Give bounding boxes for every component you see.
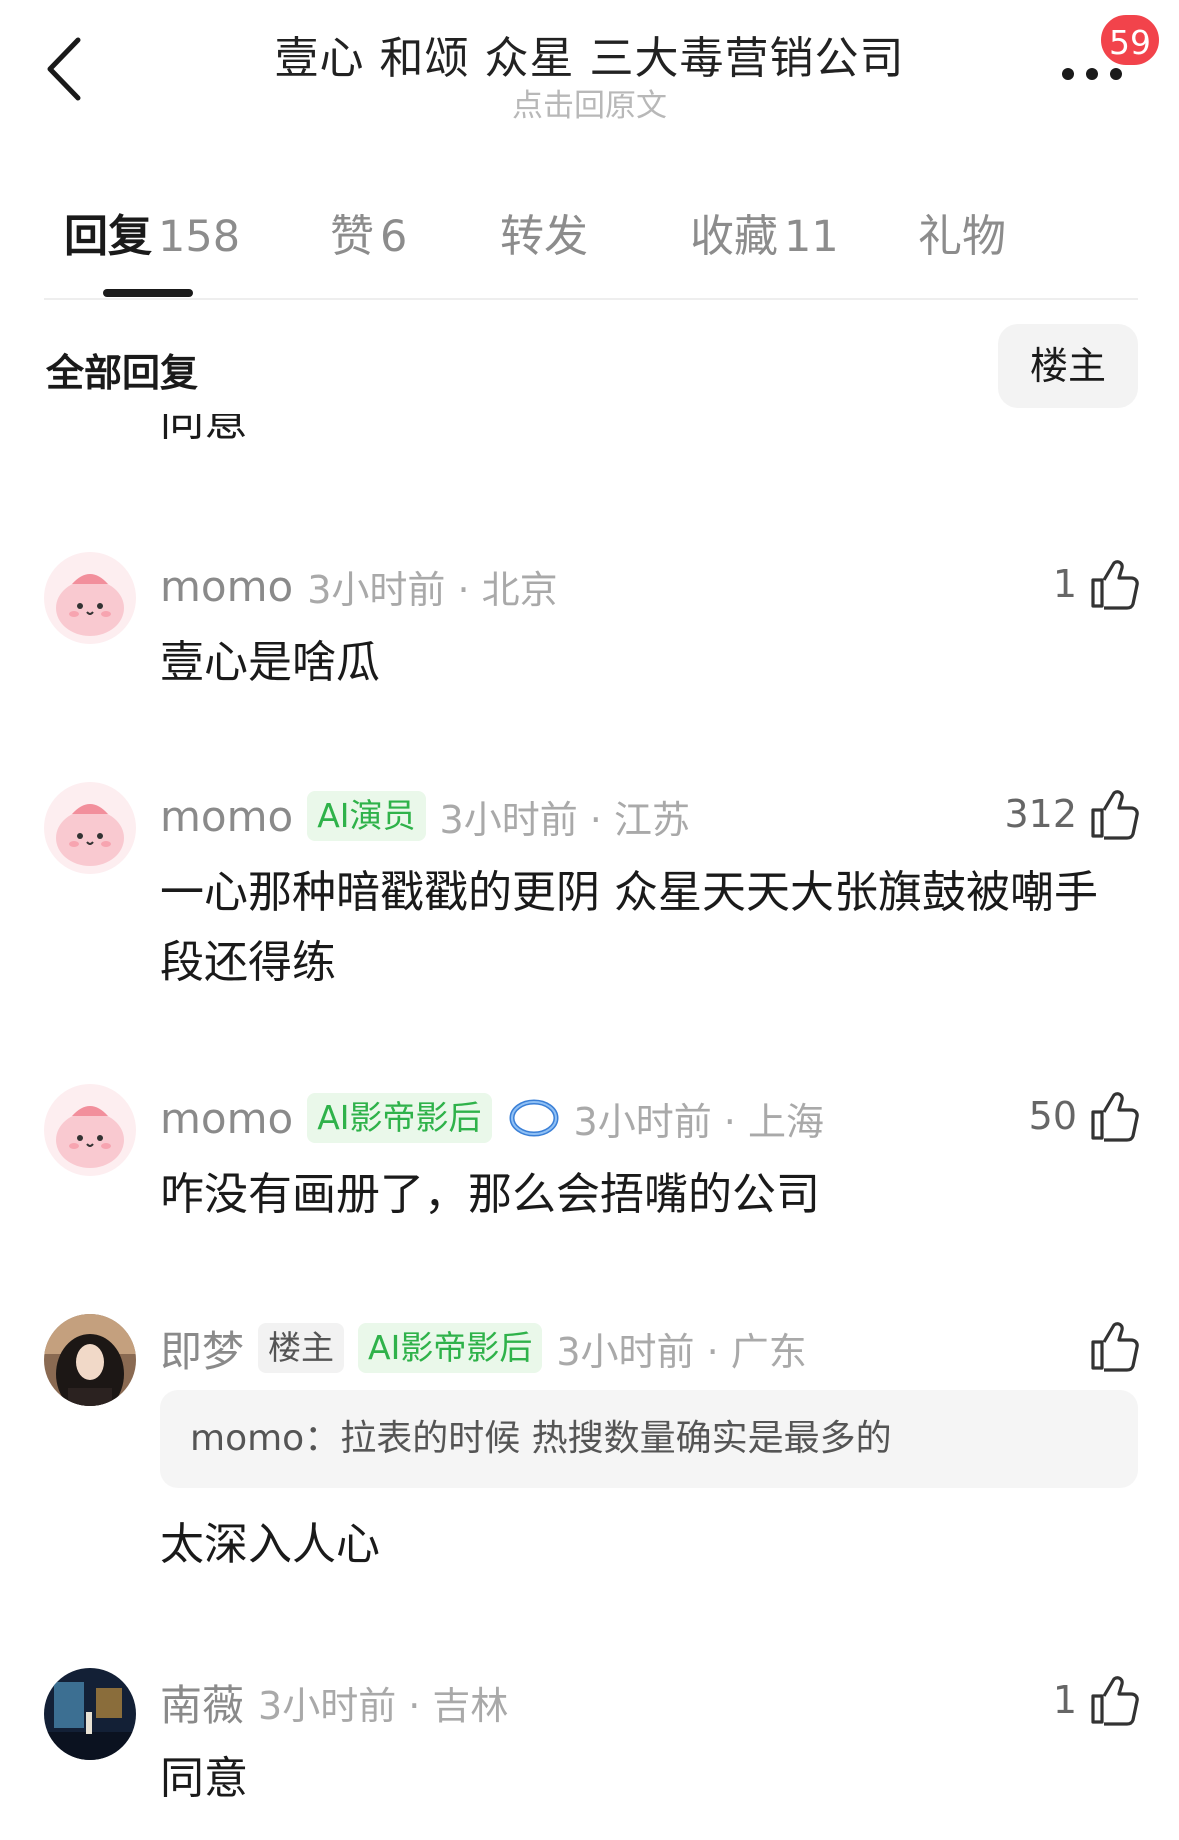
comment-text: 太深入人心 xyxy=(160,1519,380,1570)
comment-text: 一心那种暗戳戳的更阴 众星天天大张旗鼓被嘲手段还得练 xyxy=(160,867,1098,988)
notification-badge: 59 xyxy=(1098,12,1162,68)
like-count: 50 xyxy=(1028,1094,1077,1138)
tab-favorites[interactable]: 收藏 11 xyxy=(690,200,839,264)
pink-dumpling-avatar-icon xyxy=(44,1084,136,1176)
comment-meta: momo 3小时前 · 北京 xyxy=(160,556,558,616)
like-button[interactable]: 50 xyxy=(1029,1084,1139,1148)
all-replies-title: 全部回复 xyxy=(46,351,199,395)
timestamp-location: 3小时前 · 北京 xyxy=(307,567,558,612)
comment-meta: momo AI演员 3小时前 · 江苏 xyxy=(160,786,690,846)
timestamp-location: 3小时前 · 上海 xyxy=(573,1099,824,1144)
active-tab-indicator xyxy=(103,289,193,297)
timestamp-location: 3小时前 · 江苏 xyxy=(439,797,690,842)
like-button[interactable]: 312 xyxy=(1004,782,1139,846)
like-button[interactable] xyxy=(1089,1314,1139,1378)
ai-badge: AI演员 xyxy=(307,791,426,841)
username[interactable]: momo xyxy=(160,792,293,841)
page-title: 壹心 和颂 众星 三大毒营销公司 xyxy=(274,33,905,84)
comment-meta: momo AI影帝影后 3小时前 · 上海 xyxy=(160,1088,824,1148)
thumbs-up-icon xyxy=(1091,1322,1139,1372)
thumbs-up-icon xyxy=(1091,790,1139,840)
owner-filter-button[interactable]: 楼主 xyxy=(998,324,1138,408)
like-count: 1 xyxy=(1052,1678,1077,1722)
pink-dumpling-avatar-icon xyxy=(44,782,136,874)
comment-text: 咋没有画册了，那么会捂嘴的公司 xyxy=(160,1169,820,1220)
avatar[interactable] xyxy=(44,552,136,644)
timestamp-location: 3小时前 · 吉林 xyxy=(258,1683,509,1728)
avatar[interactable] xyxy=(44,1314,136,1406)
woman-portrait-avatar-icon xyxy=(44,1314,136,1406)
night-scene-avatar-icon xyxy=(44,1668,136,1760)
comment-text: 壹心是啥瓜 xyxy=(160,637,380,688)
tab-label: 转发 xyxy=(500,211,588,262)
avatar[interactable] xyxy=(44,782,136,874)
thumbs-up-icon xyxy=(1091,560,1139,610)
pink-dumpling-avatar-icon xyxy=(44,552,136,644)
divider xyxy=(44,298,1138,300)
tab-count: 11 xyxy=(784,212,839,262)
ai-badge: AI影帝影后 xyxy=(358,1323,543,1373)
thumbs-up-icon xyxy=(1091,1092,1139,1142)
like-button[interactable]: 1 xyxy=(1053,552,1139,616)
thumbs-up-icon xyxy=(1091,1676,1139,1726)
tab-count: 158 xyxy=(158,212,241,262)
tab-likes[interactable]: 赞6 xyxy=(330,200,407,264)
owner-badge: 楼主 xyxy=(258,1323,345,1373)
quoted-reply[interactable]: momo：拉表的时候 热搜数量确实是最多的 xyxy=(160,1390,1138,1488)
avatar[interactable] xyxy=(44,1668,136,1760)
username[interactable]: 即梦 xyxy=(160,1318,244,1379)
tab-label: 礼物 xyxy=(918,211,1006,262)
tab-label: 回复 xyxy=(64,211,152,262)
tab-count: 6 xyxy=(380,212,408,262)
comment-text: 同意 xyxy=(160,1753,248,1804)
tab-label: 收藏 xyxy=(690,211,778,262)
like-count: 1 xyxy=(1052,562,1077,606)
ai-badge: AI影帝影后 xyxy=(307,1093,492,1143)
tab-reposts[interactable]: 转发 xyxy=(500,200,588,264)
back-to-original-link[interactable]: 点击回原文 xyxy=(0,80,1179,125)
avatar[interactable] xyxy=(44,1084,136,1176)
tab-gifts[interactable]: 礼物 xyxy=(918,200,1006,264)
tab-label: 赞 xyxy=(330,211,374,262)
comment-meta: 南薇 3小时前 · 吉林 xyxy=(160,1672,508,1732)
clipped-comment-text: 同意 xyxy=(160,414,248,446)
username[interactable]: momo xyxy=(160,1094,293,1143)
tab-replies[interactable]: 回复 158 xyxy=(64,200,240,264)
blue-ring-badge-icon xyxy=(509,1099,559,1137)
username[interactable]: 南薇 xyxy=(160,1672,244,1733)
comment-meta: 即梦 楼主 AI影帝影后 3小时前 · 广东 xyxy=(160,1318,807,1378)
clipped-comment: 同意 xyxy=(0,414,1179,450)
timestamp-location: 3小时前 · 广东 xyxy=(556,1329,807,1374)
username[interactable]: momo xyxy=(160,562,293,611)
like-button[interactable]: 1 xyxy=(1053,1668,1139,1732)
like-count: 312 xyxy=(1004,792,1077,836)
tab-bar: 回复 158 赞6 转发 收藏 11 礼物 xyxy=(0,200,1179,290)
